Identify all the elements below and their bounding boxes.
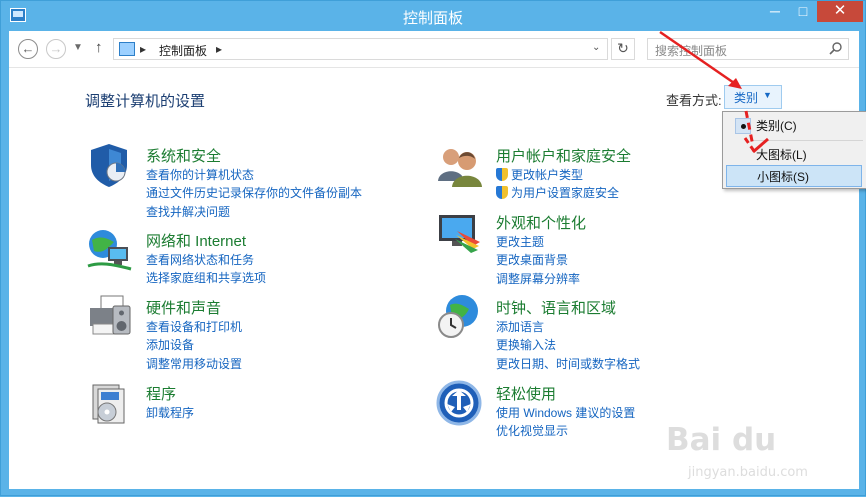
category-title[interactable]: 用户帐户和家庭安全 [496, 145, 631, 166]
programs-icon [92, 384, 125, 424]
users-icon [438, 149, 482, 187]
category-appearance: 外观和个性化 更改主题 更改桌面背景 调整屏幕分辨率 [435, 208, 795, 298]
watermark-logo: Bai du [666, 422, 777, 458]
ease-of-access-icon [436, 380, 482, 426]
view-by-label: 查看方式: [666, 93, 722, 108]
magnifier-icon[interactable] [829, 42, 842, 55]
category-link[interactable]: 调整屏幕分辨率 [496, 270, 580, 287]
forward-button[interactable]: → [46, 39, 66, 59]
menu-item-label: 类别(C) [756, 119, 797, 133]
search-box[interactable]: 搜索控制面板 [647, 38, 849, 60]
category-link-label: 更改帐户类型 [511, 168, 584, 182]
category-link[interactable]: 更改主题 [496, 233, 544, 250]
address-bar[interactable]: ▸ 控制面板 ▸ ⌄ [113, 38, 608, 60]
radio-dot-icon [735, 118, 751, 134]
window-title: 控制面板 [402, 10, 463, 27]
dropdown-caret-icon: ▼ [763, 90, 772, 100]
category-link[interactable]: 查看设备和打印机 [146, 318, 242, 335]
back-button[interactable]: ← [18, 39, 38, 59]
page-title: 调整计算机的设置 [85, 93, 206, 110]
category-link[interactable]: 优化视觉显示 [496, 422, 568, 439]
clock-globe-icon [438, 295, 478, 338]
category-link[interactable]: 更改日期、时间或数字格式 [496, 355, 640, 372]
search-placeholder: 搜索控制面板 [655, 44, 728, 58]
category-system-security: 系统和安全 查看你的计算机状态 通过文件历史记录保存你的文件备份副本 查找并解决… [85, 141, 445, 231]
view-by-dropdown[interactable]: 类别 ▼ [724, 85, 782, 109]
control-panel-icon [119, 42, 135, 56]
network-icon [87, 230, 132, 271]
breadcrumb-control-panel[interactable]: 控制面板 [159, 42, 207, 59]
category-link[interactable]: 查看你的计算机状态 [146, 166, 254, 183]
category-programs: 程序 卸载程序 [85, 379, 445, 469]
category-link[interactable]: 卸载程序 [146, 404, 194, 421]
category-link[interactable]: 调整常用移动设置 [146, 355, 242, 372]
recent-locations-button[interactable]: ▼ [73, 42, 83, 53]
category-clock-language-region: 时钟、语言和区域 添加语言 更换输入法 更改日期、时间或数字格式 [435, 293, 795, 383]
category-hardware-sound: 硬件和声音 查看设备和打印机 添加设备 调整常用移动设置 [85, 293, 445, 383]
menu-item-category[interactable]: 类别(C) [726, 115, 862, 137]
category-link[interactable]: 更改桌面背景 [496, 251, 568, 268]
category-link[interactable]: 查找并解决问题 [146, 203, 230, 220]
up-button[interactable]: ↑ [95, 39, 103, 56]
category-link[interactable]: 使用 Windows 建议的设置 [496, 404, 635, 421]
printer-icon [90, 295, 131, 335]
breadcrumb-separator-icon[interactable]: ▸ [216, 42, 222, 56]
category-link[interactable]: 选择家庭组和共享选项 [146, 269, 266, 286]
category-link[interactable]: 更换输入法 [496, 336, 556, 353]
navigation-toolbar: ← → ▼ ↑ ▸ 控制面板 ▸ ⌄ ↻ 搜索控制面板 [9, 31, 859, 68]
category-title[interactable]: 网络和 Internet [146, 230, 246, 251]
category-link[interactable]: 通过文件历史记录保存你的文件备份副本 [146, 184, 362, 201]
category-link[interactable]: 为用户设置家庭安全 [496, 184, 619, 201]
appearance-icon [439, 215, 480, 253]
maximize-button[interactable]: □ [789, 1, 817, 22]
view-by-value: 类别 [734, 91, 759, 105]
minimize-button[interactable]: ─ [761, 1, 789, 22]
title-bar: 控制面板 ─ □ ✕ [1, 1, 865, 31]
category-title[interactable]: 程序 [146, 383, 176, 404]
control-panel-window: 控制面板 ─ □ ✕ ← → ▼ ↑ ▸ 控制面板 ▸ ⌄ ↻ 搜索控制面板 调… [0, 0, 866, 496]
shield-icon [91, 144, 127, 187]
category-link[interactable]: 添加设备 [146, 336, 194, 353]
category-title[interactable]: 系统和安全 [146, 145, 221, 166]
breadcrumb-separator-icon[interactable]: ▸ [140, 42, 146, 56]
category-title[interactable]: 外观和个性化 [496, 212, 586, 233]
category-link[interactable]: 查看网络状态和任务 [146, 251, 254, 268]
uac-shield-icon [496, 168, 508, 181]
category-link-label: 为用户设置家庭安全 [511, 186, 620, 200]
category-title[interactable]: 时钟、语言和区域 [496, 297, 616, 318]
category-link[interactable]: 添加语言 [496, 318, 544, 335]
category-title[interactable]: 轻松使用 [496, 383, 556, 404]
refresh-button[interactable]: ↻ [611, 38, 635, 60]
watermark-url: jingyan.baidu.com [688, 465, 808, 480]
uac-shield-icon [496, 186, 508, 199]
close-button[interactable]: ✕ [817, 1, 863, 22]
category-title[interactable]: 硬件和声音 [146, 297, 221, 318]
address-dropdown-icon[interactable]: ⌄ [592, 42, 600, 53]
category-link[interactable]: 更改帐户类型 [496, 166, 583, 183]
